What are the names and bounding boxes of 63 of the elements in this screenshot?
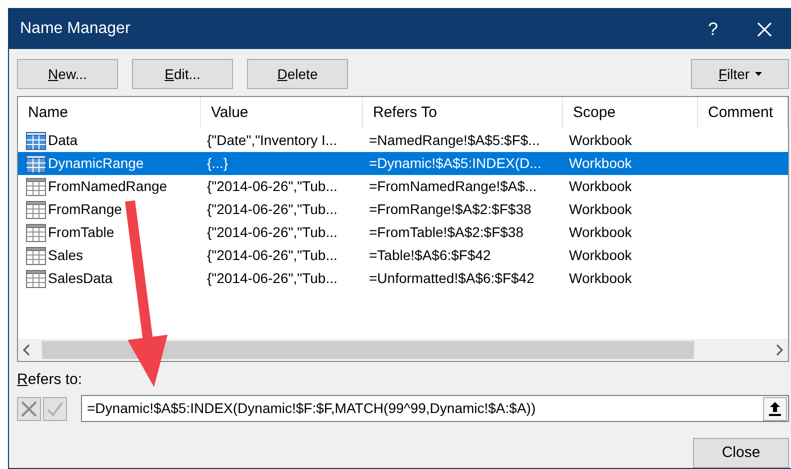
table-cell: =Table!$A$6:$F$42 [369, 247, 491, 263]
table-cell: {"2014-06-26","Tub... [207, 247, 338, 263]
window-title: Name Manager [20, 19, 130, 39]
table-cell-text: Sales [48, 246, 84, 265]
table-cell: Workbook [569, 132, 632, 148]
table-cell: {"2014-06-26","Tub... [207, 201, 338, 217]
table-grid-icon [26, 154, 46, 172]
dialog-button[interactable]: Edit... [132, 59, 233, 89]
table-cell-text: DynamicRange [48, 154, 144, 173]
table-cell-text: FromNamedRange [48, 177, 168, 196]
table-cell: =NamedRange!$A$5:$F$... [369, 132, 540, 148]
name-row[interactable]: FromTable {"2014-06-26","Tub... =FromTable!$A$2:$F$38 Workbook [18, 221, 788, 244]
table-cell: Workbook [569, 224, 632, 240]
column-header[interactable]: Scope [563, 97, 698, 129]
scrollbar-thumb[interactable] [42, 340, 694, 358]
filter-button[interactable]: Filter [691, 59, 789, 89]
column-header[interactable]: Comment [698, 97, 788, 129]
table-cell: =FromRange!$A$2:$F$38 [369, 201, 532, 217]
column-header[interactable]: Name [18, 97, 201, 129]
table-cell-text: Data [48, 131, 78, 150]
table-cell-text: SalesData [48, 269, 113, 288]
table-grid-icon [26, 200, 46, 218]
name-row[interactable]: SalesData {"2014-06-26","Tub... =Unformatted!$A$6:$F$42 Workbook [18, 267, 788, 290]
table-cell-text: FromRange [48, 200, 122, 219]
help-button[interactable]: ? [693, 16, 733, 42]
collapse-upload-icon[interactable] [763, 396, 787, 420]
close-icon[interactable] [757, 22, 772, 36]
name-row[interactable]: Data {"Date","Inventory I... =NamedRange!$A$5:$F$... Workbook [18, 129, 788, 152]
close-button[interactable]: Close [693, 438, 789, 468]
name-row[interactable]: DynamicRange {...} =Dynamic!$A$5:INDEX(D... Workbook [18, 152, 788, 175]
table-cell: =Unformatted!$A$6:$F$42 [369, 270, 534, 286]
table-cell: {"2014-06-26","Tub... [207, 178, 338, 194]
refers-to-label: Refers to: [17, 370, 84, 390]
table-cell: Workbook [569, 201, 632, 217]
table-cell: Workbook [569, 155, 632, 171]
table-cell: {"2014-06-26","Tub... [207, 270, 338, 286]
table-cell: Workbook [569, 270, 632, 286]
name-row[interactable]: Sales {"2014-06-26","Tub... =Table!$A$6:$F$42 Workbook [18, 244, 788, 267]
table-grid-icon [26, 132, 46, 150]
cancel-icon[interactable] [17, 396, 41, 420]
table-grid-icon [26, 224, 46, 242]
column-header[interactable]: Refers To [363, 97, 563, 129]
table-cell: =Dynamic!$A$5:INDEX(D... [369, 155, 542, 171]
table-grid-icon [26, 246, 46, 264]
table-cell-text: FromTable [48, 223, 114, 242]
table-cell: {"Date","Inventory I... [207, 132, 338, 148]
table-cell: =FromNamedRange!$A$... [369, 178, 537, 194]
column-header[interactable]: Value [201, 97, 363, 129]
name-row[interactable]: FromNamedRange {"2014-06-26","Tub... =FromNamedRange!$A$... Workbook [18, 175, 788, 198]
horizontal-scrollbar[interactable] [18, 338, 788, 360]
dropdown-caret-icon [754, 72, 762, 76]
dialog-button[interactable]: New... [17, 59, 118, 89]
checkmark-icon[interactable] [43, 396, 67, 420]
table-cell: {...} [207, 155, 228, 171]
table-cell: Workbook [569, 178, 632, 194]
dialog-button[interactable]: Delete [247, 59, 348, 89]
table-cell: =FromTable!$A$2:$F$38 [369, 224, 524, 240]
table-cell: Workbook [569, 247, 632, 263]
table-grid-icon [26, 270, 46, 288]
table-grid-icon [26, 178, 46, 196]
name-row[interactable]: FromRange {"2014-06-26","Tub... =FromRange!$A$2:$F$38 Workbook [18, 198, 788, 221]
refers-to-field[interactable]: =Dynamic!$A$5:INDEX(Dynamic!$F:$F,MATCH(99^99,Dynamic!$A:$A)) [81, 395, 789, 422]
table-cell: {"2014-06-26","Tub... [207, 224, 338, 240]
